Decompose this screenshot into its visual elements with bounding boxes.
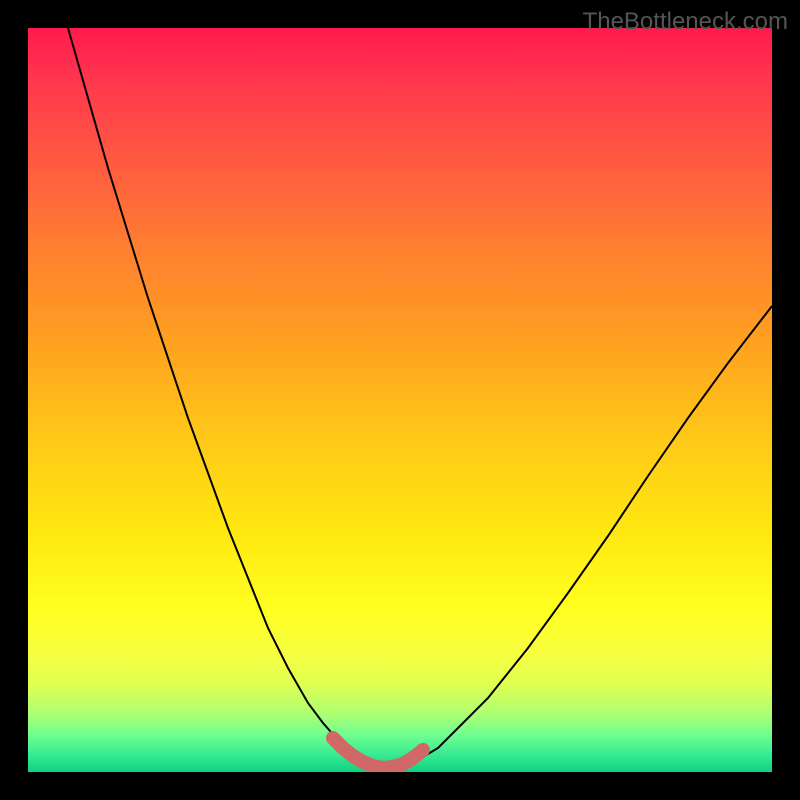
bottleneck-curve-path	[68, 28, 772, 768]
overlay-dot-right	[417, 744, 429, 756]
chart-container	[28, 28, 772, 772]
chart-svg	[28, 28, 772, 772]
watermark-text: TheBottleneck.com	[583, 8, 788, 36]
overlay-marker-path	[333, 738, 423, 768]
overlay-dot-left	[327, 732, 339, 744]
